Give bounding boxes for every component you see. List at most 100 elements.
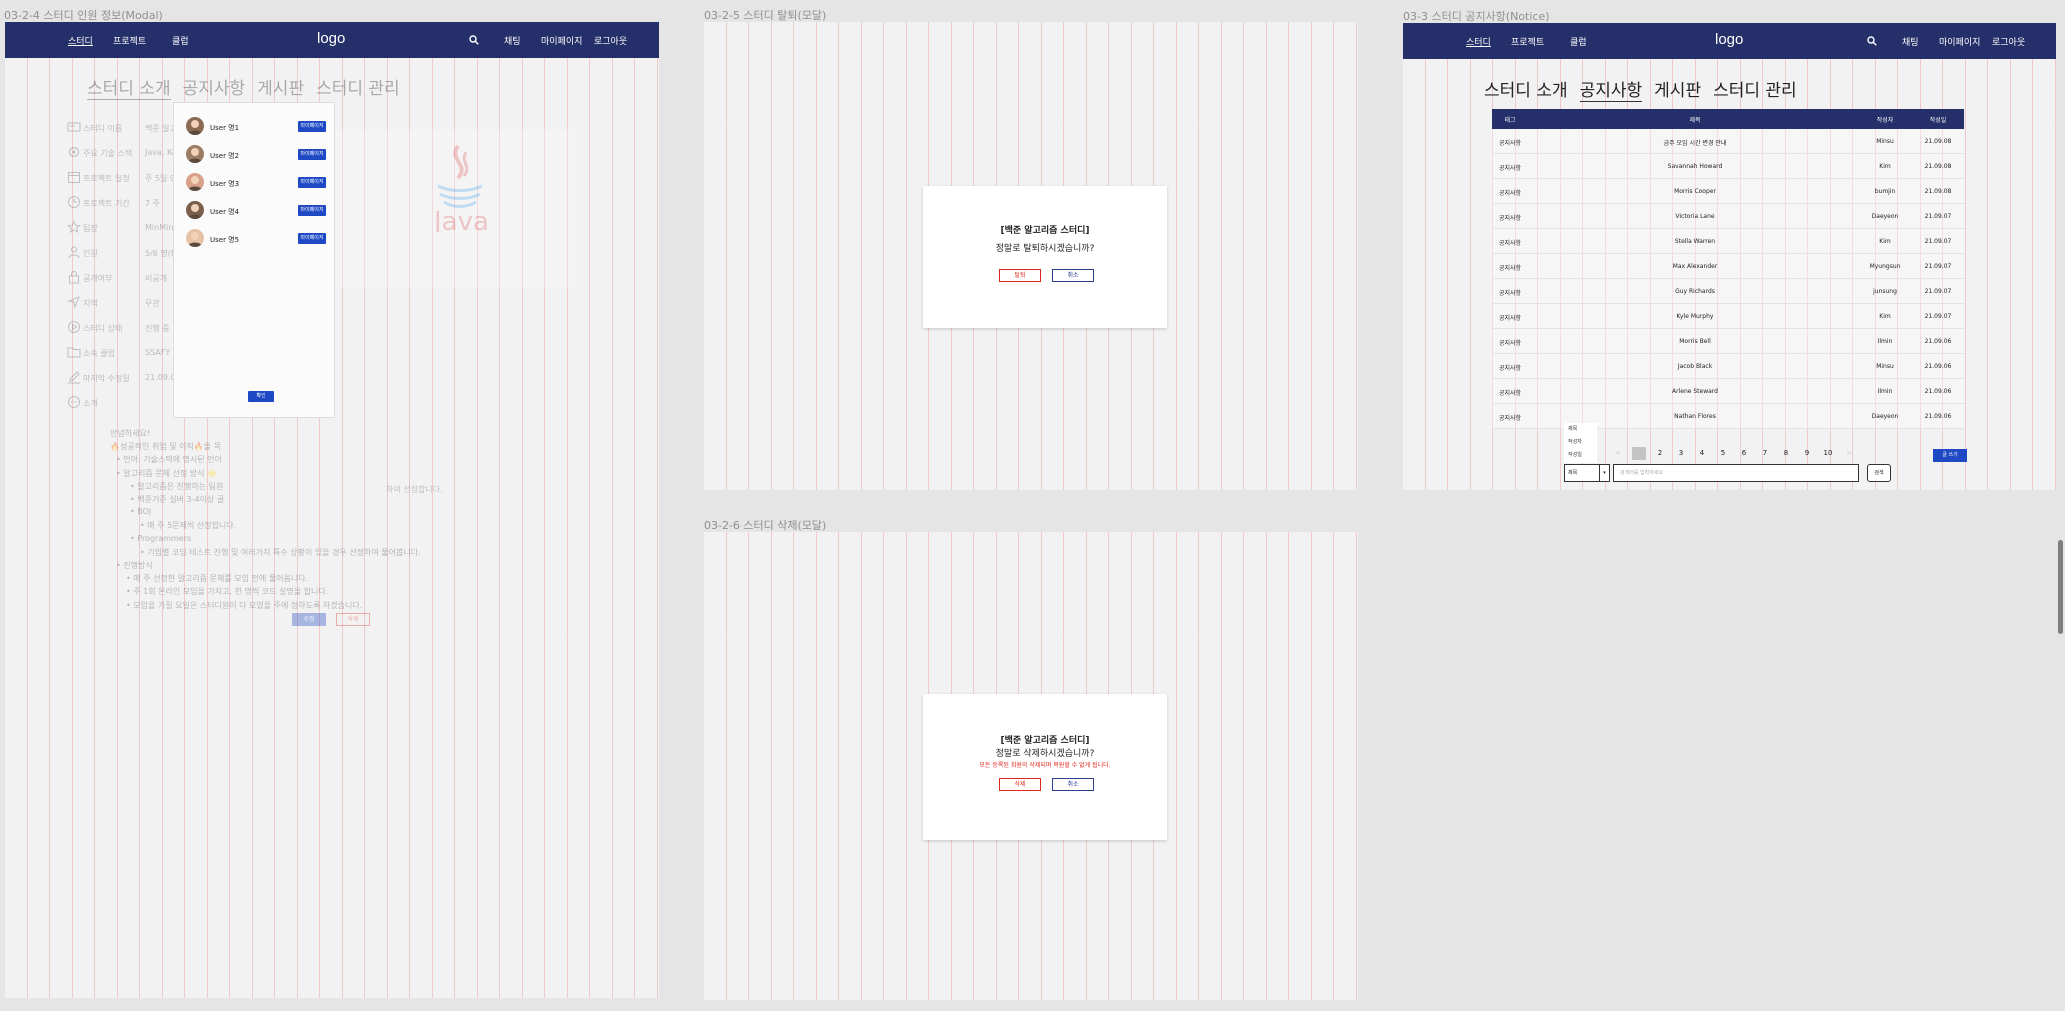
intro-line: • Programmers bbox=[130, 533, 192, 543]
logo[interactable]: logo bbox=[1715, 31, 1743, 48]
page-button[interactable]: 2 bbox=[1653, 447, 1667, 460]
table-row[interactable]: 공지사항 Victoria Lane Daeyeon 21.09.07 bbox=[1492, 204, 1964, 229]
row-date: 21.09.08 bbox=[1924, 138, 1952, 145]
table-row[interactable]: 공지사항 Savannah Howard Kim 21.09.08 bbox=[1492, 154, 1964, 179]
page-button[interactable]: 4 bbox=[1695, 447, 1709, 460]
row-author: Minsu bbox=[1876, 363, 1894, 370]
dropdown-option-date[interactable]: 작성일 bbox=[1564, 449, 1597, 462]
info-label: 소속 클럽 bbox=[83, 349, 115, 358]
table-row[interactable]: 공지사항 Kyle Murphy Kim 21.09.07 bbox=[1492, 304, 1964, 329]
mypage-button[interactable]: 마이페이지 bbox=[298, 177, 326, 188]
gear-icon bbox=[68, 146, 80, 158]
page-button[interactable]: 9 bbox=[1800, 447, 1814, 460]
row-date: 21.09.06 bbox=[1924, 338, 1952, 345]
nav-chat[interactable]: 채팅 bbox=[504, 34, 521, 47]
row-author: Ilmin bbox=[1877, 338, 1893, 345]
leave-modal: [백준 알고리즘 스터디] 정말로 탈퇴하시겠습니까? 탈퇴 취소 bbox=[923, 186, 1167, 328]
table-row[interactable]: 공지사항 Morris Cooper bumjin 21.09.08 bbox=[1492, 179, 1964, 204]
write-button[interactable]: 글 쓰기 bbox=[1933, 449, 1967, 462]
page-button[interactable]: 5 bbox=[1716, 447, 1730, 460]
next-page-button[interactable]: > bbox=[1842, 447, 1856, 460]
leave-confirm-button[interactable]: 탈퇴 bbox=[999, 269, 1041, 282]
table-row[interactable]: 공지사항 Morris Bell Ilmin 21.09.06 bbox=[1492, 329, 1964, 354]
intro-line: • 진행방식 bbox=[116, 561, 153, 570]
tab-study-intro[interactable]: 스터디 소개 bbox=[87, 74, 171, 100]
row-title: Kyle Murphy bbox=[1676, 313, 1714, 320]
tab-board[interactable]: 게시판 bbox=[1654, 76, 1701, 101]
chat-icon bbox=[68, 396, 80, 408]
tab-study-manage[interactable]: 스터디 관리 bbox=[316, 74, 400, 99]
page-button[interactable]: 1 bbox=[1632, 447, 1646, 460]
header-title: 제목 bbox=[1689, 117, 1701, 124]
table-row[interactable]: 공지사항 Guy Richards junsung 21.09.07 bbox=[1492, 279, 1964, 304]
row-tag: 공지사항 bbox=[1498, 190, 1522, 197]
info-label: 인원 bbox=[83, 249, 98, 258]
row-tag: 공지사항 bbox=[1498, 390, 1522, 397]
edit-button[interactable]: 수정 bbox=[292, 613, 326, 626]
delete-cancel-button[interactable]: 취소 bbox=[1052, 778, 1094, 791]
intro-line: • 주 1회 온라인 모임을 가지고, 한 명씩 코드 설명을 합니다. bbox=[126, 587, 329, 597]
search-input[interactable]: 검색어를 입력하세요 bbox=[1613, 464, 1859, 482]
row-tag: 공지사항 bbox=[1498, 265, 1522, 272]
row-date: 21.09.07 bbox=[1924, 213, 1952, 220]
row-title: Morris Cooper bbox=[1674, 188, 1716, 195]
delete-confirm-button[interactable]: 삭제 bbox=[999, 778, 1041, 791]
table-row[interactable]: 공지사항 Arlene Steward Ilmin 21.09.06 bbox=[1492, 379, 1964, 404]
nav-mypage[interactable]: 마이페이지 bbox=[541, 34, 582, 47]
search-icon[interactable] bbox=[1867, 36, 1877, 46]
row-title: Morris Bell bbox=[1679, 338, 1711, 345]
nav-study[interactable]: 스터디 bbox=[1466, 35, 1491, 48]
mypage-button[interactable]: 마이페이지 bbox=[298, 121, 326, 132]
nav-logout[interactable]: 로그아웃 bbox=[594, 34, 627, 47]
intro-line: • BOJ bbox=[130, 507, 152, 517]
page-button[interactable]: 3 bbox=[1674, 447, 1688, 460]
search-type-dropdown[interactable]: 제목 작성자 작성일 bbox=[1564, 423, 1597, 463]
leave-cancel-button[interactable]: 취소 bbox=[1052, 269, 1094, 282]
page-button[interactable]: 6 bbox=[1737, 447, 1751, 460]
table-row[interactable]: 공지사항 Nathan Flores Daeyeon 21.09.06 bbox=[1492, 404, 1964, 429]
row-date: 21.09.06 bbox=[1924, 363, 1952, 370]
confirm-button[interactable]: 확인 bbox=[248, 391, 274, 402]
nav-chat[interactable]: 채팅 bbox=[1902, 35, 1919, 48]
info-label: 프로젝트 일정 bbox=[83, 174, 130, 183]
search-button[interactable]: 검색 bbox=[1867, 464, 1891, 482]
person-icon bbox=[188, 120, 202, 135]
mypage-button[interactable]: 마이페이지 bbox=[298, 149, 326, 160]
table-row[interactable]: 공지사항 Jacob Black Minsu 21.09.06 bbox=[1492, 354, 1964, 379]
dropdown-option-author[interactable]: 작성자 bbox=[1564, 436, 1597, 449]
nav-club[interactable]: 클럽 bbox=[172, 34, 189, 47]
row-tag: 공지사항 bbox=[1498, 315, 1522, 322]
page-button[interactable]: 7 bbox=[1758, 447, 1772, 460]
tab-study-intro[interactable]: 스터디 소개 bbox=[1484, 76, 1568, 101]
scrollbar-thumb[interactable] bbox=[2058, 540, 2063, 634]
mypage-button[interactable]: 마이페이지 bbox=[298, 205, 326, 216]
delete-button[interactable]: 삭제 bbox=[336, 613, 370, 626]
nav-mypage[interactable]: 마이페이지 bbox=[1939, 35, 1980, 48]
tab-study-manage[interactable]: 스터디 관리 bbox=[1713, 76, 1797, 101]
row-author: junsung bbox=[1873, 288, 1897, 295]
page-button[interactable]: 8 bbox=[1779, 447, 1793, 460]
chevron-down-icon[interactable]: ▾ bbox=[1599, 465, 1609, 481]
nav-project[interactable]: 프로젝트 bbox=[113, 34, 146, 47]
table-row[interactable]: 공지사항 금주 모임 시간 변경 안내 Minsu 21.09.08 bbox=[1492, 129, 1964, 154]
tab-notice[interactable]: 공지사항 bbox=[1579, 76, 1643, 102]
search-icon[interactable] bbox=[469, 35, 479, 45]
table-row[interactable]: 공지사항 Max Alexander Myungsun 21.09.07 bbox=[1492, 254, 1964, 279]
member-name: User 명3 bbox=[210, 180, 240, 188]
navbar: 스터디 프로젝트 클럽 logo 채팅 마이페이지 로그아웃 bbox=[1403, 23, 2056, 59]
dropdown-option-title[interactable]: 제목 bbox=[1564, 423, 1597, 436]
logo[interactable]: logo bbox=[317, 30, 345, 47]
search-type-select[interactable]: 제목 ▾ bbox=[1564, 464, 1610, 482]
tab-notice[interactable]: 공지사항 bbox=[183, 74, 246, 99]
nav-study[interactable]: 스터디 bbox=[68, 34, 93, 47]
nav-project[interactable]: 프로젝트 bbox=[1511, 35, 1544, 48]
table-row[interactable]: 공지사항 Stella Warren Kim 21.09.07 bbox=[1492, 229, 1964, 254]
mypage-button[interactable]: 마이페이지 bbox=[298, 233, 326, 244]
page-button[interactable]: 10 bbox=[1821, 447, 1835, 460]
intro-line: • 매 주 5문제씩 선정합니다. bbox=[140, 521, 237, 531]
calendar-icon bbox=[68, 172, 80, 183]
prev-page-button[interactable]: < bbox=[1611, 447, 1625, 460]
nav-logout[interactable]: 로그아웃 bbox=[1992, 35, 2025, 48]
nav-club[interactable]: 클럽 bbox=[1570, 35, 1587, 48]
tab-board[interactable]: 게시판 bbox=[257, 74, 304, 99]
